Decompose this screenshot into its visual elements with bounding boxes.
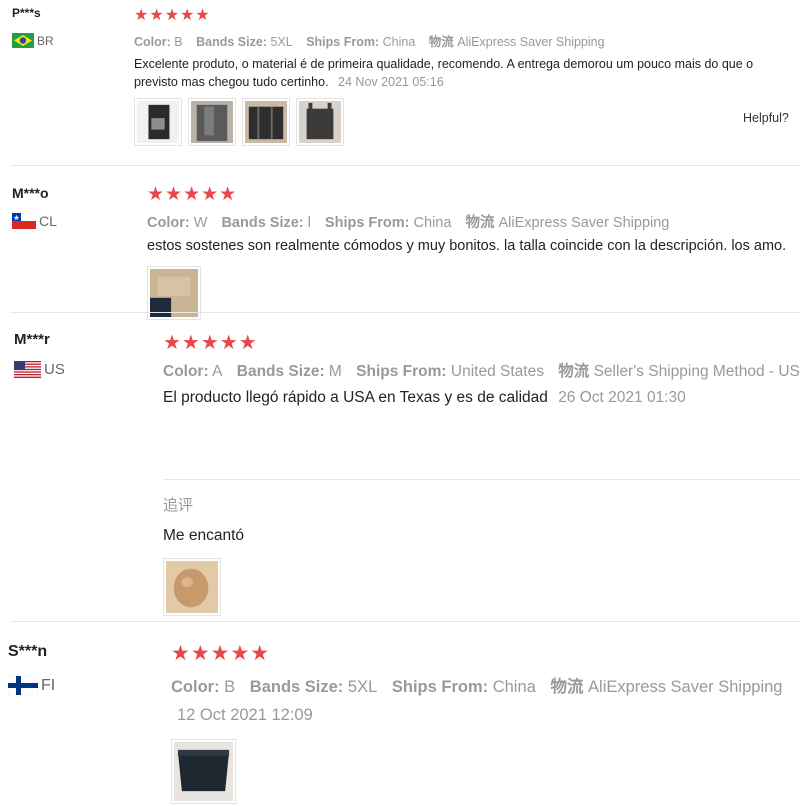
review-photo[interactable]: [188, 98, 236, 146]
review-text: Excelente produto, o material é de prime…: [134, 55, 799, 91]
star-rating: ★★★★★: [147, 184, 238, 205]
country-code: CL: [39, 213, 57, 229]
shipping-method-label: 物流: [465, 215, 495, 231]
review-body: El producto llegó rápido a USA en Texas …: [163, 389, 548, 406]
review-body: estos sostenes son realmente cómodos y m…: [147, 238, 787, 254]
color-label: Color:: [134, 35, 171, 49]
size-value: 5XL: [347, 678, 378, 696]
size-label: Bands Size:: [221, 215, 304, 231]
review-attributes: Color: B Bands Size: 5XL Ships From: Chi…: [171, 673, 792, 697]
country-code: FI: [41, 676, 56, 694]
followup-text: Me encantó: [163, 527, 244, 544]
review-photo[interactable]: [134, 98, 182, 146]
shipping-method-label: 物流: [558, 363, 590, 380]
reviewer-country: BR: [12, 33, 54, 48]
color-label: Color:: [147, 215, 190, 231]
review-photo[interactable]: [242, 98, 290, 146]
color-label: Color:: [171, 678, 220, 696]
review-attributes: Color: A Bands Size: M Ships From: Unite…: [163, 359, 800, 381]
color-value: B: [224, 678, 236, 696]
review-photo[interactable]: [171, 739, 236, 804]
review-divider: [10, 165, 800, 166]
review-divider: [10, 312, 800, 313]
review-date: 12 Oct 2021 12:09: [177, 706, 313, 724]
ships-from-label: Ships From:: [324, 215, 410, 231]
finland-flag-icon: [8, 676, 38, 695]
size-label: Bands Size:: [236, 363, 325, 380]
review-attributes: Color: B Bands Size: 5XL Ships From: Chi…: [134, 31, 615, 50]
reviewer-country: CL: [12, 213, 57, 229]
size-label: Bands Size:: [249, 678, 344, 696]
ships-from-label: Ships From:: [306, 35, 380, 49]
reviewer-name: S***n: [8, 643, 48, 660]
helpful-link[interactable]: Helpful?: [743, 111, 789, 125]
ships-from-value: China: [492, 678, 536, 696]
review-photo[interactable]: [163, 558, 221, 616]
size-label: Bands Size:: [196, 35, 267, 49]
review-date: 26 Oct 2021 01:30: [558, 389, 686, 406]
star-rating: ★★★★★: [134, 7, 211, 24]
review-text: El producto llegó rápido a USA en Texas …: [163, 389, 686, 407]
star-rating: ★★★★★: [163, 332, 258, 354]
color-value: A: [212, 363, 223, 380]
star-rating: ★★★★★: [171, 642, 271, 665]
reviewer-country: US: [14, 361, 65, 378]
review-photos: [171, 739, 236, 804]
country-code: US: [44, 361, 65, 378]
ships-from-label: Ships From:: [356, 363, 447, 380]
reviewer-name: M***r: [14, 331, 50, 348]
brazil-flag-icon: [12, 33, 34, 48]
country-code: BR: [37, 33, 54, 48]
followup-divider: [163, 479, 800, 480]
review-photo[interactable]: [296, 98, 344, 146]
ships-from-label: Ships From:: [391, 678, 489, 696]
review-date: 24 Nov 2021 05:16: [338, 75, 444, 89]
shipping-method-value: AliExpress Saver Shipping: [588, 678, 783, 696]
reviewer-name: P***s: [12, 6, 41, 20]
followup-label: 追评: [163, 497, 194, 514]
color-value: B: [174, 35, 183, 49]
size-value: l: [307, 215, 311, 231]
shipping-method-label: 物流: [428, 35, 454, 49]
usa-flag-icon: [14, 361, 41, 378]
review-divider: [10, 621, 800, 622]
reviewer-name: M***o: [12, 185, 49, 201]
chile-flag-icon: [12, 213, 36, 229]
size-value: M: [328, 363, 342, 380]
review-photos: [134, 98, 344, 146]
ships-from-value: United States: [450, 363, 544, 380]
shipping-method-value: Seller's Shipping Method - US: [593, 363, 800, 380]
reviewer-country: FI: [8, 676, 55, 695]
ships-from-value: China: [413, 215, 452, 231]
size-value: 5XL: [270, 35, 293, 49]
review-attributes: Color: W Bands Size: l Ships From: China…: [147, 211, 679, 232]
shipping-method-value: AliExpress Saver Shipping: [498, 215, 670, 231]
color-value: W: [193, 215, 208, 231]
color-label: Color:: [163, 363, 209, 380]
ships-from-value: China: [382, 35, 416, 49]
shipping-method-label: 物流: [550, 678, 584, 696]
review-photos: [163, 558, 221, 616]
shipping-method-value: AliExpress Saver Shipping: [457, 35, 605, 49]
